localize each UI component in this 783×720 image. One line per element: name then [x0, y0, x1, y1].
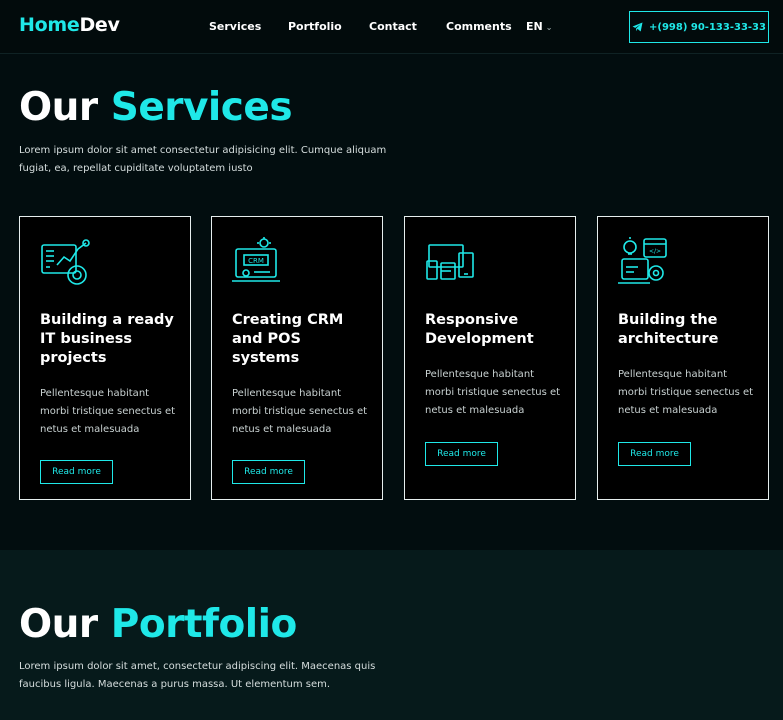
read-more-button[interactable]: Read more: [425, 442, 498, 466]
svg-text:</>: </>: [649, 248, 661, 255]
service-card: Building a ready IT business projects Pe…: [19, 216, 191, 500]
analytics-dashboard-icon: [41, 239, 90, 285]
site-logo[interactable]: HomeDev: [19, 14, 120, 36]
nav-portfolio[interactable]: Portfolio: [288, 20, 342, 33]
card-text: Pellentesque habitant morbi tristique se…: [618, 369, 754, 416]
logo-part-home: Home: [19, 14, 80, 36]
services-section: Our Services Lorem ipsum dolor sit amet …: [0, 55, 783, 550]
card-text: Pellentesque habitant morbi tristique se…: [425, 369, 561, 416]
nav-comments[interactable]: Comments: [446, 20, 512, 33]
nav-contact[interactable]: Contact: [369, 20, 417, 33]
site-header: HomeDev Services Portfolio Contact Comme…: [0, 0, 783, 54]
card-title: Responsive Development: [425, 312, 534, 347]
services-description: Lorem ipsum dolor sit amet consectetur a…: [19, 145, 387, 174]
card-text: Pellentesque habitant morbi tristique se…: [232, 388, 368, 435]
services-title: Our Services: [19, 85, 293, 130]
card-title: Building a ready IT business projects: [40, 312, 174, 366]
responsive-devices-icon: [426, 244, 474, 280]
svg-text:CRM: CRM: [248, 257, 264, 265]
crm-laptop-icon: CRM: [232, 237, 280, 282]
service-card: CRM Creating CRM and POS systems Pellent…: [211, 216, 383, 500]
services-title-cyan: Services: [110, 85, 293, 130]
logo-part-dev: Dev: [79, 14, 120, 36]
card-text: Pellentesque habitant morbi tristique se…: [40, 388, 176, 435]
architecture-code-icon: </>: [618, 237, 667, 284]
portfolio-section: Our Portfolio Lorem ipsum dolor sit amet…: [0, 550, 783, 720]
telegram-icon: [632, 22, 643, 32]
portfolio-title-white: Our: [19, 602, 98, 647]
chevron-down-icon: ⌄: [545, 23, 553, 32]
nav-services[interactable]: Services: [209, 20, 261, 33]
service-card: </> Building the architecture Pellentesq…: [597, 216, 769, 500]
portfolio-title: Our Portfolio: [19, 602, 297, 647]
read-more-button[interactable]: Read more: [40, 460, 113, 484]
phone-number: +(998) 90-133-33-33: [649, 21, 766, 33]
language-label: EN: [526, 20, 543, 33]
services-title-white: Our: [19, 85, 98, 130]
phone-button[interactable]: +(998) 90-133-33-33: [629, 11, 769, 43]
portfolio-title-cyan: Portfolio: [110, 602, 298, 647]
service-card: Responsive Development Pellentesque habi…: [404, 216, 576, 500]
card-title: Creating CRM and POS systems: [232, 312, 344, 366]
read-more-button[interactable]: Read more: [232, 460, 305, 484]
portfolio-description: Lorem ipsum dolor sit amet, consectetur …: [19, 661, 376, 690]
card-title: Building the architecture: [618, 312, 719, 347]
read-more-button[interactable]: Read more: [618, 442, 691, 466]
language-selector[interactable]: EN ⌄: [526, 20, 552, 33]
